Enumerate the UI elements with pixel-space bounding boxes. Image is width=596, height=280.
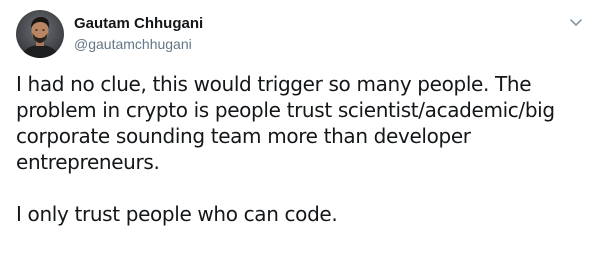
tweet-paragraph: I had no clue, this would trigger so man… [16,72,555,174]
tweet-card: Gautam Chhugani @gautamchhugani I had no… [0,0,596,280]
tweet-paragraph: I only trust people who can code. [16,202,338,226]
avatar[interactable] [16,10,64,58]
author-handle[interactable]: @gautamchhugani [74,35,192,53]
tweet-text: I had no clue, this would trigger so man… [16,71,591,227]
author-name[interactable]: Gautam Chhugani [74,14,203,34]
chevron-down-icon[interactable] [566,12,586,32]
avatar-photo [16,10,64,58]
